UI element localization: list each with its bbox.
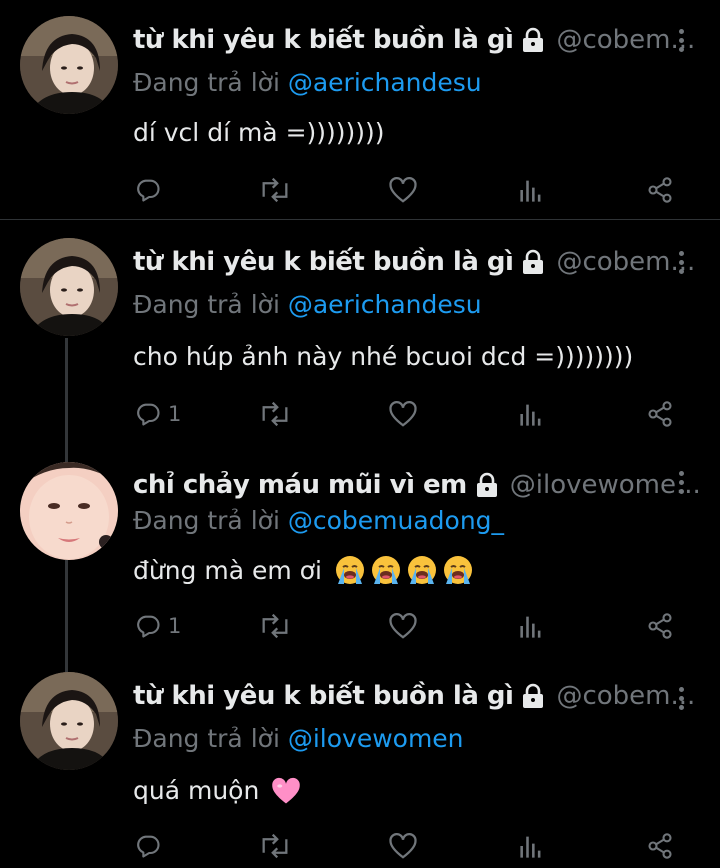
reply-mention[interactable]: @ilovewomen xyxy=(288,724,464,753)
tweet[interactable]: từ khi yêu k biết buồn là gì @cobem... Đ… xyxy=(0,0,720,868)
retweet-icon[interactable] xyxy=(258,826,292,866)
reply-icon[interactable] xyxy=(134,826,168,866)
display-name[interactable]: từ khi yêu k biết buồn là gì xyxy=(133,681,514,711)
reply-context: Đang trả lời @ilovewomen xyxy=(133,724,464,753)
tweet-text-content: quá muộn xyxy=(133,776,260,805)
avatar[interactable] xyxy=(20,672,118,770)
analytics-icon[interactable] xyxy=(518,826,544,866)
share-icon[interactable] xyxy=(646,826,674,866)
tweet-header: từ khi yêu k biết buồn là gì @cobem... xyxy=(133,676,695,716)
action-bar xyxy=(0,826,720,866)
pink-heart-emoji-icon xyxy=(271,777,301,805)
like-icon[interactable] xyxy=(388,826,418,866)
emoji-row xyxy=(267,777,301,805)
more-icon[interactable] xyxy=(672,678,690,718)
lock-icon xyxy=(520,683,546,709)
tweet-text: quá muộn xyxy=(133,776,301,805)
reply-prefix: Đang trả lời xyxy=(133,724,280,753)
